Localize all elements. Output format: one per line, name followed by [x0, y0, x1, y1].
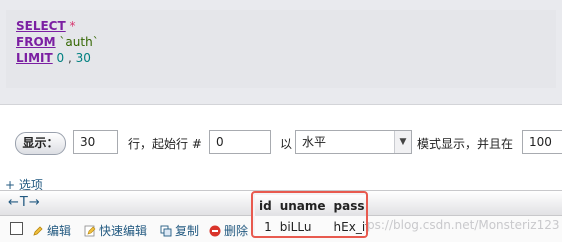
mode-suffix-label: 模式显示，并且在	[417, 137, 514, 151]
sql-line-from: FROM `auth`	[16, 35, 99, 49]
column-header-pass[interactable]: pass	[329, 195, 366, 216]
sql-table-name: `auth`	[59, 35, 99, 49]
display-mode-select[interactable]: 水平 ▼	[295, 130, 412, 154]
column-header-id[interactable]: id	[255, 195, 276, 216]
start-row-label: 行，起始行 #	[128, 137, 202, 151]
quick-edit-link[interactable]: 快速编辑	[84, 222, 147, 239]
delete-link[interactable]: 删除	[209, 222, 248, 239]
sql-line-limit: LIMIT 0 , 30	[16, 51, 91, 65]
cell-id: 1	[255, 216, 276, 236]
cell-uname: biLLu	[275, 216, 330, 236]
display-mode-value: 水平	[302, 135, 327, 149]
delete-icon	[209, 225, 221, 237]
query-result-table: id uname pass 1 biLLu hEx_it	[251, 191, 368, 238]
quick-edit-label: 快速编辑	[99, 224, 148, 238]
column-sort-arrows-icon[interactable]: ←T→	[8, 195, 41, 210]
show-button[interactable]: 显示：	[15, 132, 66, 155]
rows-count-input[interactable]: 30	[73, 130, 118, 154]
sql-limit-keyword[interactable]: LIMIT	[16, 51, 53, 65]
chevron-down-icon[interactable]: ▼	[394, 131, 411, 153]
column-header-uname[interactable]: uname	[275, 195, 330, 216]
copy-label: 复制	[175, 224, 200, 238]
sql-select-keyword[interactable]: SELECT	[16, 19, 66, 33]
sql-limit-comma: ,	[68, 51, 72, 65]
edit-label: 编辑	[47, 224, 72, 238]
cell-pass: hEx_it	[329, 216, 366, 236]
row-checkbox[interactable]	[10, 222, 23, 235]
sql-query-box: SELECT * FROM `auth` LIMIT 0 , 30	[6, 10, 556, 88]
display-controls: 显示： 30 行，起始行 # 0 以 水平 ▼ 模式显示，并且在 100	[0, 128, 562, 158]
edit-link[interactable]: 编辑	[32, 222, 71, 239]
repeat-header-input[interactable]: 100	[522, 130, 562, 154]
copy-link[interactable]: 复制	[160, 222, 199, 239]
sql-query-panel: SELECT * FROM `auth` LIMIT 0 , 30	[0, 0, 562, 105]
start-row-input[interactable]: 0	[209, 130, 271, 154]
result-header-row: id uname pass	[255, 195, 366, 216]
sql-star: *	[69, 19, 76, 33]
quick-edit-icon	[84, 225, 96, 237]
sql-limit-count: 30	[75, 51, 91, 65]
copy-icon	[160, 225, 172, 237]
sql-from-keyword[interactable]: FROM	[16, 35, 56, 49]
watermark-text: https://blog.csdn.net/Monsteriz123	[350, 218, 560, 232]
result-table: id uname pass 1 biLLu hEx_it	[255, 195, 366, 236]
table-row: 1 biLLu hEx_it	[255, 216, 366, 236]
sql-limit-offset: 0	[56, 51, 65, 65]
pencil-icon	[33, 226, 43, 236]
sql-line-select: SELECT *	[16, 19, 76, 33]
delete-label: 删除	[224, 224, 249, 238]
mode-prefix-label: 以	[280, 137, 293, 151]
